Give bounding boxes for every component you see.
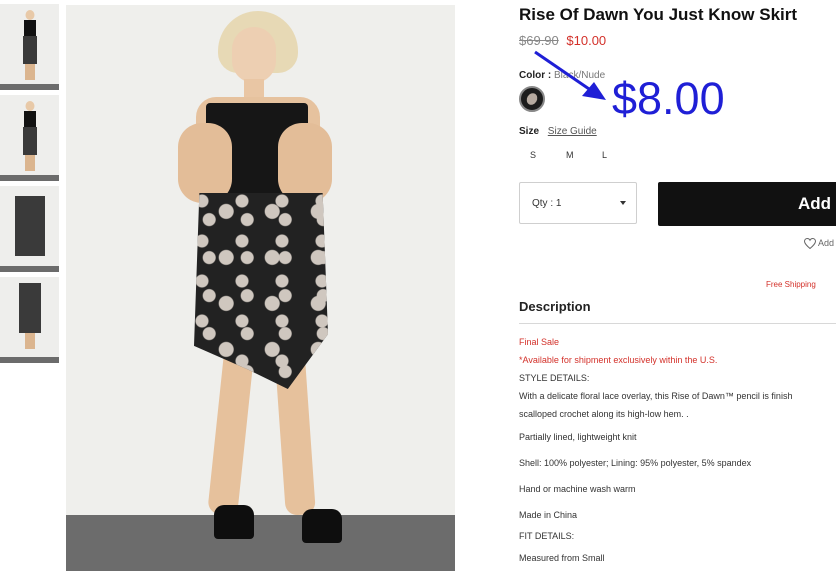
- arrow-head: [582, 82, 606, 100]
- price-annotation: $8.00: [612, 73, 725, 124]
- arrow-line: [534, 50, 593, 93]
